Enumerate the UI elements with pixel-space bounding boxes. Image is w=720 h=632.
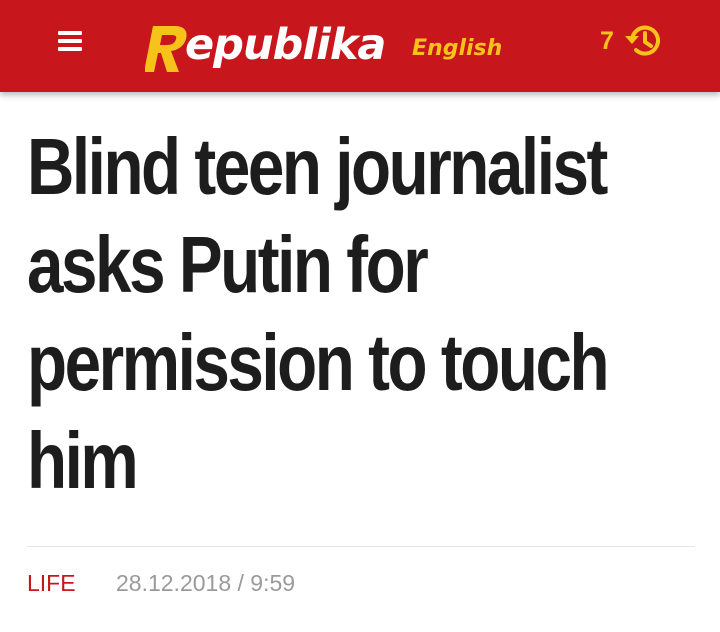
divider [27,546,695,547]
history-clock-icon [625,25,660,56]
article-meta: LIFE 28.12.2018 / 9:59 [27,568,695,598]
logo-r-mark-icon [145,26,187,72]
menu-bar-line [58,31,82,35]
history-count: 7 [600,27,614,55]
top-navigation-bar: epublika English 7 [0,0,720,92]
hamburger-menu-icon[interactable] [55,26,85,56]
logo-subtitle: English [412,36,503,61]
republika-logo[interactable]: epublika English [145,14,505,76]
logo-wordmark: epublika [185,20,386,70]
history-button[interactable]: 7 [596,22,676,62]
menu-bar-line [58,47,82,51]
menu-bar-line [58,39,82,43]
article-headline: Blind teen journalist asks Putin for per… [27,122,610,505]
category-link[interactable]: LIFE [27,568,76,598]
publish-datetime: 28.12.2018 / 9:59 [116,570,296,596]
